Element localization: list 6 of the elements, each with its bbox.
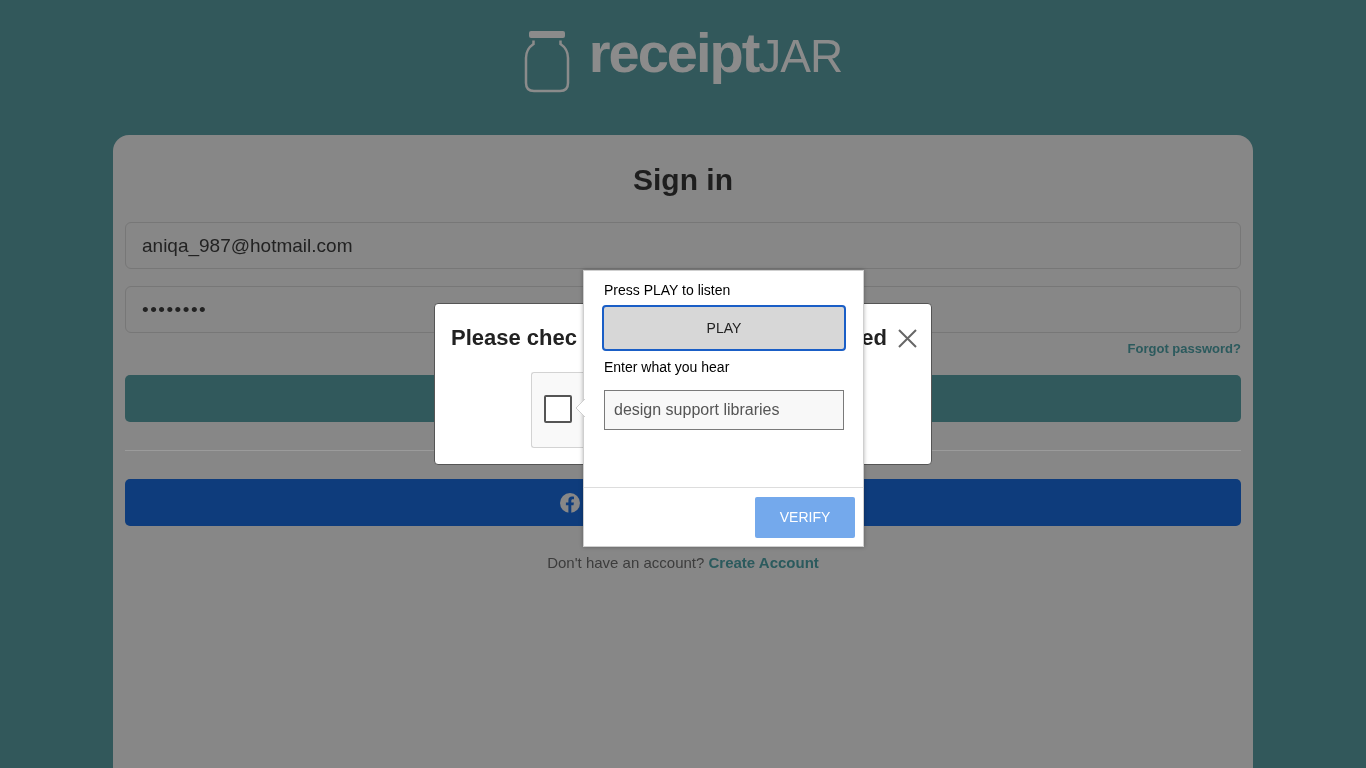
answer-label: Enter what you hear xyxy=(604,359,730,375)
sign-in-title: Sign in xyxy=(633,162,733,198)
signup-prompt: Don't have an account? Create Account xyxy=(547,554,819,572)
dialog-title: Please chec xyxy=(451,324,577,352)
play-instruction: Press PLAY to listen xyxy=(604,282,731,298)
logo-wordmark: receiptJAR xyxy=(588,20,843,86)
